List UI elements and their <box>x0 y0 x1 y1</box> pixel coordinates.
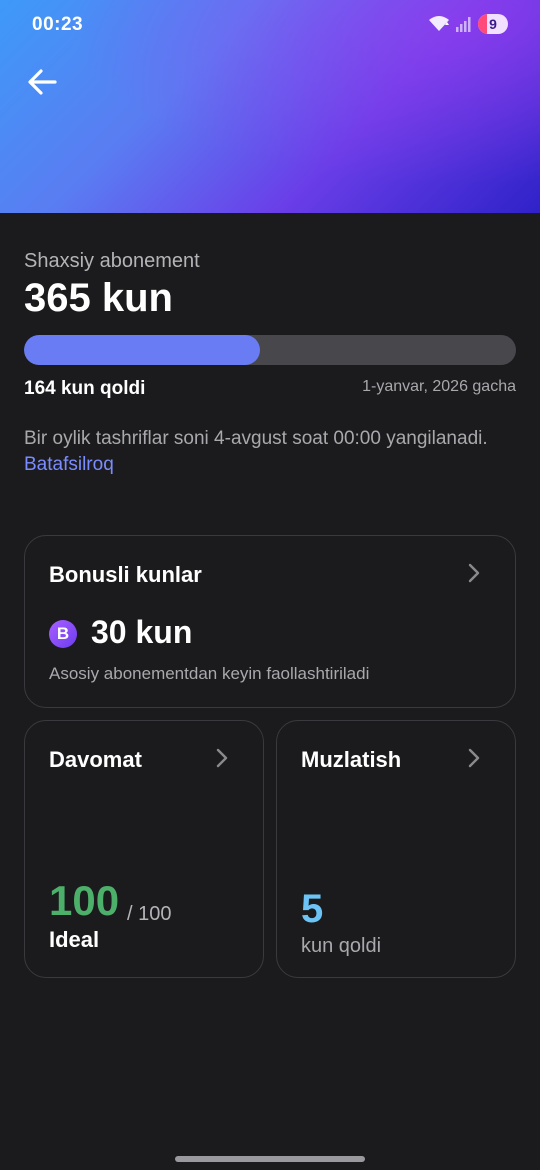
chevron-right-icon <box>468 563 480 583</box>
status-bar: 00:23 9 <box>0 0 540 52</box>
info-text: Bir oylik tashriflar soni 4-avgust soat … <box>24 426 494 478</box>
attendance-value: 100 <box>49 877 120 924</box>
status-icons: 9 <box>428 14 508 34</box>
bonus-days-card[interactable]: Bonusli kunlar B 30 kun Asosiy abonement… <box>24 535 516 708</box>
attendance-label: Ideal <box>49 927 100 952</box>
status-time: 00:23 <box>32 14 84 35</box>
info-message: Bir oylik tashriflar soni 4-avgust soat … <box>24 428 488 449</box>
wifi-icon <box>429 16 449 31</box>
subscription-label: Shaxsiy abonement <box>24 250 200 272</box>
attendance-card[interactable]: Davomat 100 / 100 Ideal <box>24 720 264 978</box>
subscription-progress-bar <box>24 335 516 365</box>
bonus-days-value: 30 kun <box>91 614 193 650</box>
freeze-card-title: Muzlatish <box>301 747 402 772</box>
bonus-card-title: Bonusli kunlar <box>49 562 202 587</box>
freeze-days-label: kun qoldi <box>301 935 382 957</box>
chevron-right-icon <box>468 748 480 768</box>
arrow-left-icon <box>28 69 57 95</box>
bonus-badge-icon: B <box>49 620 77 648</box>
attendance-max: / 100 <box>127 903 172 925</box>
bonus-note: Asosiy abonementdan keyin faollashtirila… <box>49 664 370 683</box>
more-info-link[interactable]: Batafsilroq <box>24 454 114 475</box>
back-button[interactable] <box>22 62 62 102</box>
freeze-card[interactable]: Muzlatish 5 kun qoldi <box>276 720 516 978</box>
freeze-days-value: 5 <box>301 887 324 931</box>
valid-until: 1-yanvar, 2026 gacha <box>362 378 516 395</box>
days-left: 164 kun qoldi <box>24 378 146 399</box>
chevron-right-icon <box>216 748 228 768</box>
battery-icon: 9 <box>478 14 508 34</box>
subscription-duration: 365 kun <box>24 276 173 320</box>
progress-fill <box>24 335 261 365</box>
battery-level: 9 <box>489 16 497 32</box>
attendance-card-title: Davomat <box>49 747 142 772</box>
home-indicator[interactable] <box>175 1156 365 1162</box>
signal-icon <box>456 17 471 32</box>
